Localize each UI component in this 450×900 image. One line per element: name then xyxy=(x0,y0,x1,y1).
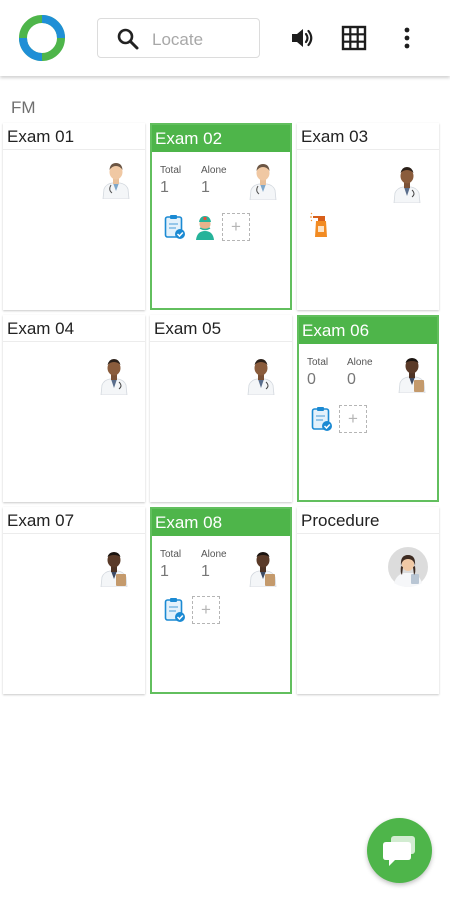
chat-bubble-icon xyxy=(383,836,415,866)
doctor-avatar xyxy=(246,547,280,587)
clipboard-check-icon[interactable] xyxy=(164,214,186,240)
room-name: Exam 01 xyxy=(3,123,145,150)
add-staff-button[interactable]: + xyxy=(222,213,250,241)
total-count: Total 0 xyxy=(307,357,329,388)
alone-count: Alone 0 xyxy=(347,357,373,388)
room-card-exam-02[interactable]: Exam 02 Total 1 Alone 1 + xyxy=(150,123,292,310)
grid-icon[interactable] xyxy=(341,25,367,51)
section-title: FM xyxy=(11,98,36,117)
total-count: Total 1 xyxy=(160,549,182,580)
room-name: Exam 05 xyxy=(150,315,292,342)
add-staff-button[interactable]: + xyxy=(339,405,367,433)
room-card-exam-04[interactable]: Exam 04 xyxy=(3,315,145,502)
cleaning-spray-icon[interactable] xyxy=(310,212,332,238)
doctor-avatar xyxy=(97,547,131,587)
doctor-avatar xyxy=(388,547,428,587)
room-card-exam-03[interactable]: Exam 03 xyxy=(297,123,439,310)
clipboard-check-icon[interactable] xyxy=(311,406,333,432)
nurse-icon[interactable] xyxy=(194,214,216,240)
search-icon xyxy=(116,27,140,51)
chat-button[interactable] xyxy=(367,818,432,883)
room-name: Exam 03 xyxy=(297,123,439,150)
more-vertical-icon[interactable] xyxy=(394,25,420,51)
room-card-exam-06[interactable]: Exam 06 Total 0 Alone 0 + xyxy=(297,315,439,502)
room-name: Procedure xyxy=(297,507,439,534)
room-card-exam-07[interactable]: Exam 07 xyxy=(3,507,145,694)
locate-search-box[interactable]: Locate xyxy=(97,18,260,58)
room-card-exam-05[interactable]: Exam 05 xyxy=(150,315,292,502)
doctor-avatar xyxy=(395,353,429,393)
room-card-procedure[interactable]: Procedure xyxy=(297,507,439,694)
total-count: Total 1 xyxy=(160,165,182,196)
room-card-exam-08[interactable]: Exam 08 Total 1 Alone 1 + xyxy=(150,507,292,694)
alone-count: Alone 1 xyxy=(201,165,227,196)
doctor-avatar xyxy=(246,160,280,200)
clipboard-check-icon[interactable] xyxy=(164,597,186,623)
doctor-avatar xyxy=(99,159,133,199)
alone-count: Alone 1 xyxy=(201,549,227,580)
room-name: Exam 04 xyxy=(3,315,145,342)
room-name: Exam 07 xyxy=(3,507,145,534)
search-placeholder: Locate xyxy=(152,30,204,49)
doctor-avatar xyxy=(244,355,278,395)
room-card-exam-01[interactable]: Exam 01 xyxy=(3,123,145,310)
app-header: Locate xyxy=(0,0,450,76)
add-staff-button[interactable]: + xyxy=(192,596,220,624)
ring-logo-icon[interactable] xyxy=(16,12,68,64)
doctor-avatar xyxy=(97,355,131,395)
room-name: Exam 08 xyxy=(152,509,290,536)
doctor-avatar xyxy=(390,163,424,203)
speaker-icon[interactable] xyxy=(289,25,315,51)
room-name: Exam 02 xyxy=(152,125,290,152)
room-name: Exam 06 xyxy=(299,317,437,344)
